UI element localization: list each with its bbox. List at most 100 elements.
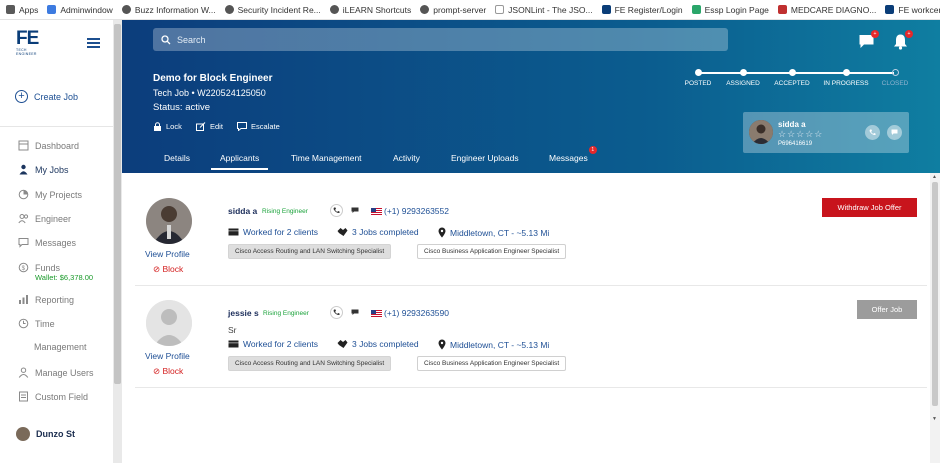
sidebar-item-messages[interactable]: Messages [18,237,76,248]
hamburger-menu-icon[interactable] [87,38,100,50]
phone-icon [869,129,876,136]
wallet-balance: Wallet: $6,378.00 [35,273,94,282]
tab-engineer-uploads[interactable]: Engineer Uploads [451,153,519,163]
step-assigned-dot [740,69,747,76]
applicant-phone[interactable]: (+1) 9293263590 [371,308,449,318]
us-flag-icon [371,309,382,317]
step-posted-label: POSTED [684,80,712,87]
bookmark-fe-workcenter[interactable]: FE workcenter [885,5,940,15]
jobs-completed: 3 Jobs completed [337,227,419,237]
progress-line-pending [846,72,894,74]
job-progress-steps: POSTED ASSIGNED ACCEPTED IN PROGRESS CLO… [683,67,913,87]
content-scrollbar-thumb[interactable] [932,182,938,406]
scroll-down-arrow-icon[interactable]: ▼ [932,416,937,422]
location-pin-icon [438,339,446,350]
sidebar-item-dashboard[interactable]: Dashboard [18,140,79,151]
applicant-divider [135,387,927,388]
withdraw-job-offer-button[interactable]: Withdraw Job Offer [822,198,917,217]
bookmark-buzz[interactable]: Buzz Information W... [121,5,216,15]
sidebar-item-time[interactable]: Time [18,318,55,329]
bookmark-adminwindow[interactable]: Adminwindow [47,5,113,15]
assigned-engineer-card[interactable]: sidda a ☆☆☆☆☆ P696416619 [743,112,909,153]
engineer-message-button[interactable] [887,125,902,140]
lock-icon [154,122,161,131]
edit-icon [196,122,206,131]
fe-logo[interactable]: FE TECH ENGINEER [16,29,48,56]
tab-applicants[interactable]: Applicants [211,153,269,170]
bookmark-prompt-server[interactable]: prompt-server [420,5,486,15]
sidebar-scrollbar[interactable] [113,20,122,463]
sidebar-item-engineer[interactable]: Engineer [18,213,71,224]
step-accepted-label: ACCEPTED [774,80,810,87]
us-flag-icon [371,207,382,215]
sidebar-scrollbar-thumb[interactable] [114,24,121,384]
search-bar[interactable] [153,28,728,51]
applicant-divider [135,285,927,286]
search-input[interactable] [177,34,677,45]
globe-icon [121,5,131,14]
scroll-up-arrow-icon[interactable]: ▲ [932,174,937,180]
block-link[interactable]: ⊘ Block [153,366,183,377]
applicant-note: Sr [228,325,237,335]
escalate-button[interactable]: Escalate [237,122,280,131]
apps-icon [6,5,15,14]
job-header: + + Demo for Block Engineer Tech Job • W… [122,20,940,173]
message-button[interactable] [348,306,361,319]
bookmark-jsonlint[interactable]: JSONLint - The JSO... [495,5,593,15]
sidebar-item-time-management[interactable]: Management [34,342,87,352]
messages-count-badge: 1 [588,146,597,154]
applicants-list: View Profile ⊘ Block sidda a Rising Engi… [122,173,930,463]
create-job-button[interactable]: + Create Job [15,90,78,103]
sidebar-item-funds[interactable]: $ Funds [18,262,60,273]
globe-icon [224,5,234,14]
medcare-icon [777,5,787,14]
bookmark-fe-register[interactable]: FE Register/Login [601,5,683,15]
step-posted-dot [695,69,702,76]
bookmark-security[interactable]: Security Incident Re... [224,5,321,15]
plus-icon: + [15,90,28,103]
sidebar-divider [0,126,113,127]
content-scrollbar[interactable]: ▲ ▼ [930,173,940,463]
view-profile-link[interactable]: View Profile [145,249,190,259]
tab-time-management[interactable]: Time Management [291,153,362,163]
sidebar-item-manage-users[interactable]: Manage Users [18,367,94,378]
sidebar-item-reporting[interactable]: Reporting [18,294,74,305]
block-link[interactable]: ⊘ Block [153,264,183,275]
tab-activity[interactable]: Activity [393,153,420,163]
sidebar-item-my-jobs[interactable]: My Jobs [18,164,69,175]
job-title: Demo for Block Engineer [153,73,273,84]
location-pin-icon [438,227,446,238]
bookmark-apps[interactable]: Apps [6,5,38,15]
essp-icon [691,5,701,14]
message-button[interactable] [348,204,361,217]
sidebar-item-custom-field[interactable]: Custom Field [18,391,88,402]
applicant-avatar-placeholder[interactable] [146,300,192,346]
chat-badge: + [871,30,879,38]
call-button[interactable] [330,306,343,319]
bookmark-medcare[interactable]: MEDCARE DIAGNO... [777,5,876,15]
chat-button[interactable]: + [858,30,879,50]
applicant-name[interactable]: jessie s [228,308,259,318]
jobs-icon [18,164,29,175]
handshake-icon [337,340,348,348]
bookmark-essp[interactable]: Essp Login Page [691,5,769,15]
file-icon [495,5,505,14]
tab-messages[interactable]: Messages 1 [549,146,597,163]
user-profile[interactable]: Dunzo St [16,427,75,441]
call-button[interactable] [330,204,343,217]
engineer-call-button[interactable] [865,125,880,140]
applicant-name[interactable]: sidda a [228,206,257,216]
bookmark-ilearn[interactable]: iLEARN Shortcuts [329,5,411,15]
card-icon [228,340,239,348]
lock-button[interactable]: Lock [153,122,182,131]
sidebar-item-my-projects[interactable]: My Projects [18,189,82,200]
applicant-avatar[interactable] [146,198,192,244]
applicant-phone[interactable]: (+1) 9293263552 [371,206,449,216]
tab-details[interactable]: Details [164,153,190,163]
edit-button[interactable]: Edit [196,122,223,131]
globe-icon [329,5,339,14]
notifications-button[interactable]: + [892,30,913,50]
users-icon [18,367,29,378]
view-profile-link[interactable]: View Profile [145,351,190,361]
offer-job-button[interactable]: Offer Job [857,300,917,319]
